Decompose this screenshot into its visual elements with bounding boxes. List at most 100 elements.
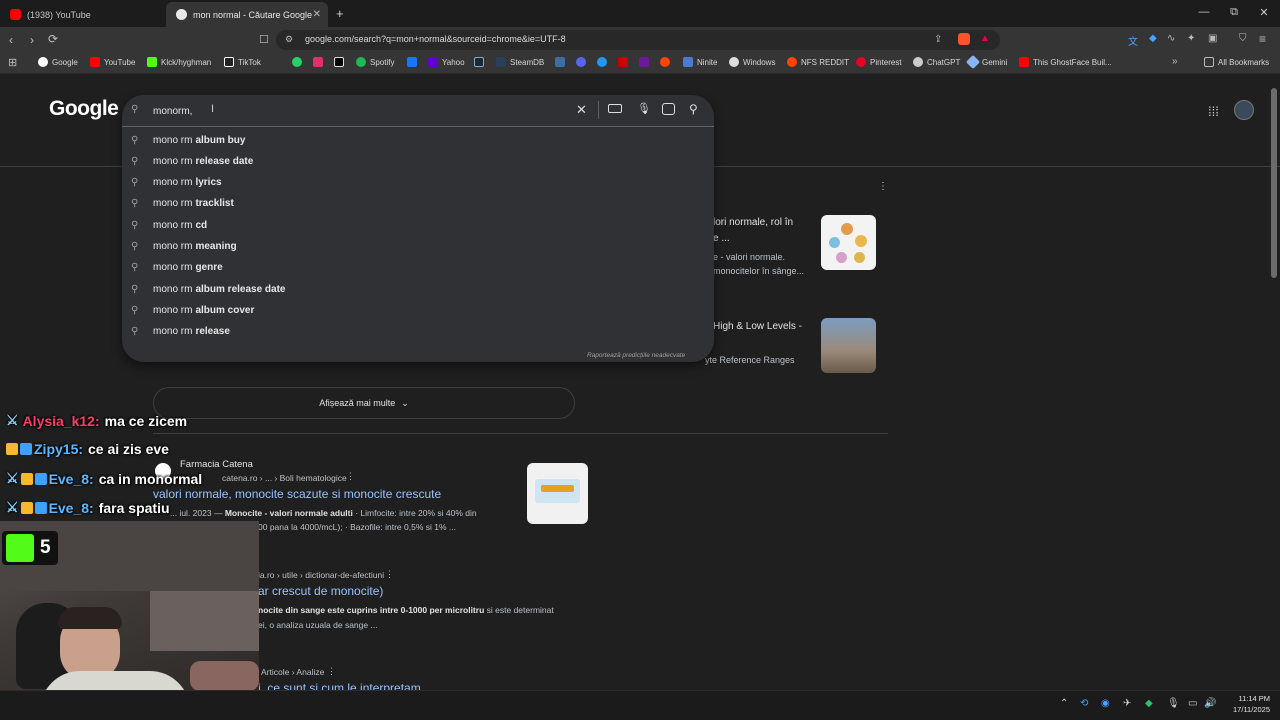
more-options-icon[interactable]: ⋮ [878, 181, 888, 192]
result-thumbnail[interactable] [821, 215, 876, 270]
apps-icon[interactable]: ⊞ [8, 56, 17, 69]
menu-icon[interactable]: ≡ [1259, 32, 1266, 46]
bookmark-gemini[interactable]: Gemini [965, 54, 1007, 70]
search-suggestion[interactable]: ⚲ mono rm album buy [131, 130, 701, 150]
google-logo[interactable]: Google [49, 97, 119, 121]
result-title[interactable]: High & Low Levels - [713, 321, 802, 332]
site-info-icon[interactable]: ⚙ [285, 34, 293, 45]
new-tab-button[interactable]: + [336, 6, 344, 21]
clock[interactable]: 11:14 PM 17/11/2025 [1222, 693, 1270, 715]
voice-search-icon[interactable]: 🎙 [637, 102, 651, 115]
search-suggestion[interactable]: ⚲ mono rm tracklist [131, 194, 701, 214]
more-options-icon[interactable]: ⋮ [385, 569, 394, 580]
bookmark-ninite[interactable]: Ninite [683, 57, 717, 67]
back-icon[interactable]: ‹ [9, 33, 13, 47]
app-tray-icon[interactable]: ◆ [1145, 698, 1153, 709]
scrollbar[interactable] [1271, 88, 1277, 278]
search-suggestion[interactable]: ⚲ mono rm release date [131, 151, 701, 171]
result-thumbnail[interactable] [527, 463, 588, 524]
search-suggestion[interactable]: ⚲ mono rm release [131, 322, 701, 342]
extension-icon[interactable]: ∿ [1167, 33, 1175, 44]
chat-username: Zipy15: [34, 441, 84, 457]
tab-google-search[interactable]: mon normal - Căutare Google ✕ [166, 2, 328, 27]
bookmark-icon[interactable] [555, 57, 565, 67]
search-suggestion[interactable]: ⚲ mono rm album release date [131, 279, 701, 299]
close-window-button[interactable]: ✕ [1254, 6, 1274, 19]
result-title[interactable]: lori normale, rol în [713, 217, 793, 228]
result-thumbnail[interactable] [821, 318, 876, 373]
puzzle-icon[interactable]: ✦ [1187, 33, 1195, 44]
bookmark-pinterest[interactable]: Pinterest [856, 57, 902, 67]
bookmark-spotify[interactable]: Spotify [356, 57, 394, 67]
bookmark-google[interactable]: Google [38, 57, 78, 67]
translate-icon[interactable]: 文 [1128, 33, 1138, 48]
suggestion-prefix: mono rm [153, 219, 193, 231]
bookmark-chatgpt[interactable]: ChatGPT [913, 57, 960, 67]
all-bookmarks[interactable]: All Bookmarks [1204, 57, 1269, 67]
facebook-icon[interactable] [407, 57, 417, 67]
extension-icon[interactable]: ◆ [1149, 33, 1157, 44]
bookmark-steamdb[interactable]: SteamDB [496, 57, 544, 67]
instagram-icon[interactable] [313, 57, 323, 67]
search-suggestion[interactable]: ⚲ mono rm cd [131, 215, 701, 235]
tray-overflow-icon[interactable]: ⌃ [1060, 698, 1068, 709]
steam-tray-icon[interactable]: ◉ [1101, 698, 1110, 709]
apps-grid-icon[interactable]: ⁞⁞⁞ [1208, 104, 1219, 119]
avatar[interactable] [1234, 100, 1254, 120]
bookmark-yahoo[interactable]: Yahoo [428, 57, 465, 67]
bookmark-youtube[interactable]: YouTube [90, 57, 135, 67]
reddit-icon[interactable] [660, 57, 670, 67]
result-title-link[interactable]: ar crescut de monocite) [258, 584, 383, 598]
bookmark-nfs-reddit[interactable]: NFS REDDIT [787, 57, 849, 67]
report-predictions-link[interactable]: Raportează predicțiile neadecvate [587, 352, 685, 359]
search-suggestion[interactable]: ⚲ mono rm genre [131, 258, 701, 278]
bookmark-windows[interactable]: Windows [729, 57, 775, 67]
maximize-button[interactable]: ⧉ [1224, 6, 1244, 19]
x-icon[interactable] [334, 57, 344, 67]
result-title[interactable]: e ... [713, 233, 730, 244]
sidebar-icon[interactable]: ▣ [1208, 33, 1217, 44]
search-suggestion[interactable]: ⚲ mono rm lyrics [131, 173, 701, 193]
volume-icon[interactable]: 🔊 [1204, 698, 1216, 709]
divider [122, 126, 714, 127]
bookmark-icon[interactable] [597, 57, 607, 67]
app-tray-icon[interactable]: ✈ [1123, 698, 1131, 709]
share-icon[interactable]: ⇪ [934, 34, 942, 45]
clear-search-icon[interactable]: ✕ [576, 102, 587, 118]
result-title-link[interactable]: valori normale, monocite scazute si mono… [153, 487, 441, 501]
brave-rewards-icon[interactable]: ▲ [980, 33, 990, 44]
sync-icon[interactable]: ⟲ [1080, 698, 1088, 709]
bookmark-kick[interactable]: Klck/hyghman [147, 57, 211, 67]
brave-shields-icon[interactable] [958, 33, 970, 45]
more-bookmarks-icon[interactable]: » [1172, 56, 1178, 67]
minimize-button[interactable]: — [1194, 6, 1214, 18]
bookmark-icon[interactable] [639, 57, 649, 67]
search-suggestion[interactable]: ⚲ mono rm meaning [131, 237, 701, 257]
more-options-icon[interactable]: ⋮ [346, 471, 355, 482]
bookmark-ghostface[interactable]: This GhostFace Buil... [1019, 57, 1112, 67]
reload-icon[interactable]: ⟳ [48, 32, 58, 46]
network-icon[interactable]: ▭ [1188, 698, 1197, 709]
vpn-icon[interactable]: ⛉ [1239, 33, 1247, 44]
whatsapp-icon[interactable] [292, 57, 302, 67]
more-options-icon[interactable]: ⋮ [327, 666, 336, 677]
search-input[interactable] [153, 104, 453, 118]
camera-search-icon[interactable] [662, 103, 675, 115]
show-more-button[interactable]: Afișează mai multe ⌄ [153, 387, 575, 419]
result-title-link[interactable]: i, ce sunt si cum le interpretam [258, 681, 421, 690]
result-source[interactable]: Farmacia Catena [180, 459, 253, 470]
keyboard-icon[interactable] [608, 104, 622, 113]
steam-icon[interactable] [474, 57, 484, 67]
close-tab-icon[interactable]: ✕ [313, 9, 321, 20]
discord-icon[interactable] [576, 57, 586, 67]
bookmark-icon[interactable]: ☐ [259, 33, 269, 46]
search-suggestion[interactable]: ⚲ mono rm album cover [131, 300, 701, 320]
tab-youtube[interactable]: (1938) YouTube [0, 2, 166, 27]
forward-icon[interactable]: › [30, 33, 34, 47]
bookmark-tiktok[interactable]: TikTok [224, 57, 261, 67]
search-submit-icon[interactable]: ⚲ [689, 102, 698, 116]
microphone-icon[interactable]: 🎙 [1167, 698, 1180, 709]
result-snippet: monocitelor în sânge... [713, 266, 805, 276]
steamdb-icon [496, 57, 506, 67]
bookmark-icon[interactable] [618, 57, 628, 67]
